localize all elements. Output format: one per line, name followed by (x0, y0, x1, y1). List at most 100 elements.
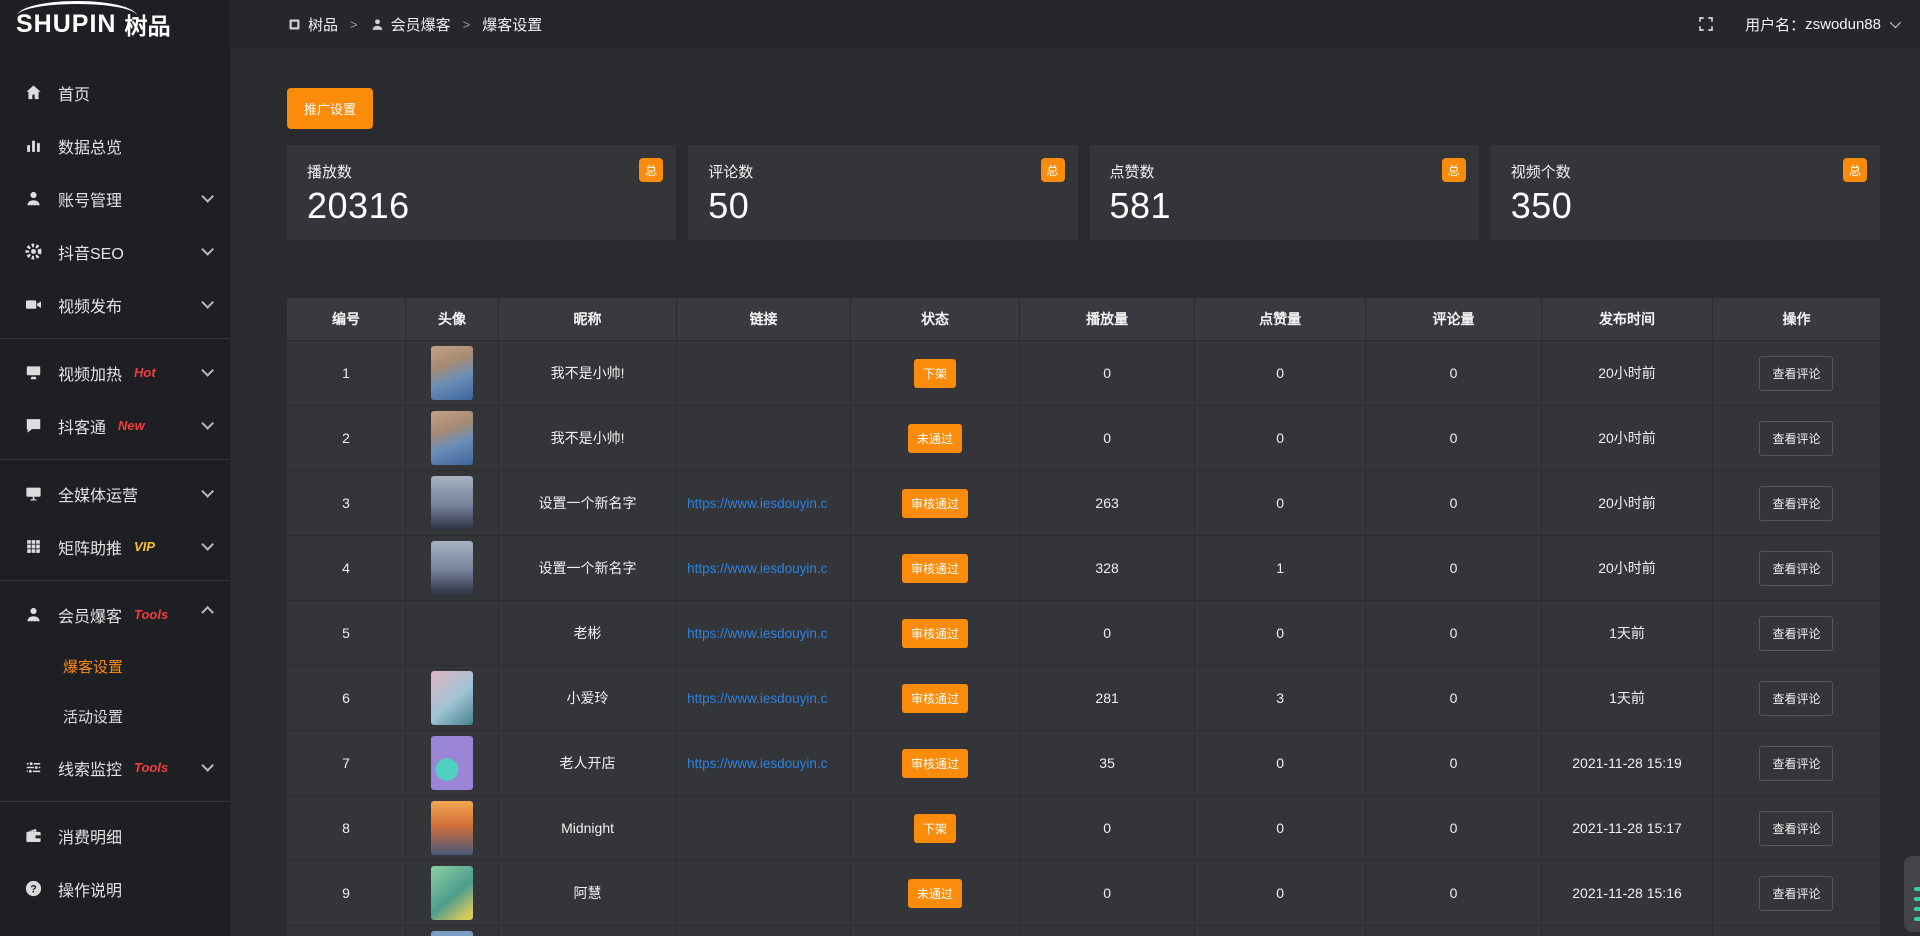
stat-card-3: 视频个数总350 (1491, 145, 1880, 240)
time-value: 20小时前 (1598, 558, 1656, 578)
view-comments-button[interactable]: 查看评论 (1759, 356, 1833, 391)
sidebar-item-douketong[interactable]: 抖客通New (0, 399, 230, 452)
cell-id: 2 (287, 406, 406, 470)
video-link[interactable]: https://www.iesdouyin.c (677, 561, 850, 576)
cell-comments: 0 (1366, 666, 1542, 730)
sidebar-item-badge: Tools (134, 607, 168, 622)
view-comments-button[interactable]: 查看评论 (1759, 486, 1833, 521)
video-link[interactable]: https://www.iesdouyin.c (677, 756, 850, 771)
sidebar-item-label: 视频发布 (58, 293, 122, 317)
cell-comments (1366, 926, 1542, 936)
view-comments-button[interactable]: 查看评论 (1759, 876, 1833, 911)
cell-status: 审核通过 (851, 666, 1020, 730)
cell-likes: 0 (1195, 731, 1366, 795)
cell-likes: 0 (1195, 406, 1366, 470)
table-row: 7老人开店https://www.iesdouyin.c审核通过35002021… (287, 730, 1880, 795)
cell-comments: 0 (1366, 796, 1542, 860)
sidebar-item-account-management[interactable]: 账号管理 (0, 172, 230, 225)
view-comments-button[interactable]: 查看评论 (1759, 551, 1833, 586)
cell-status: 下架 (851, 796, 1020, 860)
cell-plays: 0 (1020, 796, 1195, 860)
avatar (431, 866, 473, 920)
sidebar-subitem-activity-settings[interactable]: 活动设置 (0, 691, 230, 741)
status-badge: 审核通过 (902, 554, 968, 583)
video-link[interactable]: https://www.iesdouyin.c (677, 691, 850, 706)
breadcrumb-label: 会员爆客 (391, 14, 451, 35)
likes-value: 0 (1276, 365, 1284, 381)
sidebar-item-all-media-operation[interactable]: 全媒体运营 (0, 467, 230, 520)
sidebar-item-video-heating[interactable]: 视频加热Hot (0, 346, 230, 399)
sidebar-item-consumption-detail[interactable]: 消费明细 (0, 809, 230, 862)
sidebar-item-matrix-boost[interactable]: 矩阵助推VIP (0, 520, 230, 573)
sidebar-item-douyin-seo[interactable]: 抖音SEO (0, 225, 230, 278)
cell-plays: 0 (1020, 601, 1195, 665)
fullscreen-icon[interactable] (1697, 15, 1715, 33)
sidebar-item-label: 账号管理 (58, 187, 122, 211)
sidebar-item-badge: New (118, 418, 145, 433)
sidebar-subitem-label: 爆客设置 (63, 656, 123, 677)
avatar (431, 606, 473, 660)
monitor-icon (24, 484, 43, 503)
cell-comments: 0 (1366, 861, 1542, 925)
sidebar-item-video-publish[interactable]: 视频发布 (0, 278, 230, 331)
avatar (431, 476, 473, 530)
time-value: 20小时前 (1598, 493, 1656, 513)
plays-value: 0 (1103, 820, 1111, 836)
cell-avatar (406, 471, 499, 535)
chat-icon (24, 416, 43, 435)
time-value: 2021-11-28 15:16 (1572, 885, 1682, 901)
chevron-down-icon (201, 190, 214, 203)
sidebar-item-label: 数据总览 (58, 134, 122, 158)
table-header-cell: 链接 (677, 298, 851, 340)
grid-icon (24, 537, 43, 556)
chevron-down-icon (1890, 17, 1901, 28)
cell-avatar (406, 536, 499, 600)
view-comments-button[interactable]: 查看评论 (1759, 746, 1833, 781)
nickname-text: 阿慧 (574, 883, 602, 903)
floating-contact-widget[interactable] (1904, 856, 1920, 932)
cell-status: 未通过 (851, 861, 1020, 925)
cell-likes: 0 (1195, 341, 1366, 405)
cell-action: 查看评论 (1713, 731, 1880, 795)
cell-nickname: 小爱玲 (499, 666, 677, 730)
chevron-down-icon (201, 296, 214, 309)
chevron-down-icon (201, 485, 214, 498)
user-menu[interactable]: 用户名： zswodun88 (1745, 14, 1898, 35)
cell-status: 审核通过 (851, 731, 1020, 795)
cell-link (677, 796, 851, 860)
sidebar-item-operation-guide[interactable]: ?操作说明 (0, 862, 230, 915)
cell-action (1713, 926, 1880, 936)
table-row: 8Midnight下架0002021-11-28 15:17查看评论 (287, 795, 1880, 860)
table-header-cell: 评论量 (1366, 298, 1542, 340)
sidebar-item-home[interactable]: 首页 (0, 66, 230, 119)
main-content: 推广设置 播放数总20316评论数总50点赞数总581视频个数总350 编号头像… (230, 48, 1920, 936)
right-column: 树品>会员爆客>爆客设置 用户名： zswodun88 推广设置 播放数总203… (230, 0, 1920, 936)
sidebar-item-data-overview[interactable]: 数据总览 (0, 119, 230, 172)
view-comments-button[interactable]: 查看评论 (1759, 616, 1833, 651)
table-header-row: 编号头像昵称链接状态播放量点赞量评论量发布时间操作 (287, 298, 1880, 340)
cell-time: 2021-11-28 15:17 (1542, 796, 1713, 860)
cell-status: 未通过 (851, 406, 1020, 470)
sidebar-item-clue-monitor[interactable]: 线索监控Tools (0, 741, 230, 794)
cell-link: https://www.iesdouyin.c (677, 471, 851, 535)
video-link[interactable]: https://www.iesdouyin.c (677, 496, 850, 511)
view-comments-button[interactable]: 查看评论 (1759, 811, 1833, 846)
stat-total-badge: 总 (1041, 158, 1065, 182)
promo-settings-button[interactable]: 推广设置 (287, 88, 373, 129)
video-link[interactable]: https://www.iesdouyin.c (677, 626, 850, 641)
row-id: 4 (342, 560, 350, 576)
cell-nickname: 老人开店 (499, 731, 677, 795)
time-value: 2021-11-28 15:17 (1572, 820, 1682, 836)
status-badge: 审核通过 (902, 489, 968, 518)
view-comments-button[interactable]: 查看评论 (1759, 421, 1833, 456)
view-comments-button[interactable]: 查看评论 (1759, 681, 1833, 716)
breadcrumb-item-shupin[interactable]: 树品 (287, 14, 338, 35)
chevron-down-icon (201, 417, 214, 430)
comments-value: 0 (1450, 430, 1458, 446)
comments-value: 0 (1450, 625, 1458, 641)
breadcrumb-item-member-baoke[interactable]: 会员爆客 (370, 14, 451, 35)
sidebar-subitem-baoke-settings[interactable]: 爆客设置 (0, 641, 230, 691)
sidebar-item-member-baoke[interactable]: 会员爆客Tools (0, 588, 230, 641)
user-icon (24, 189, 43, 208)
cell-time: 20小时前 (1542, 406, 1713, 470)
